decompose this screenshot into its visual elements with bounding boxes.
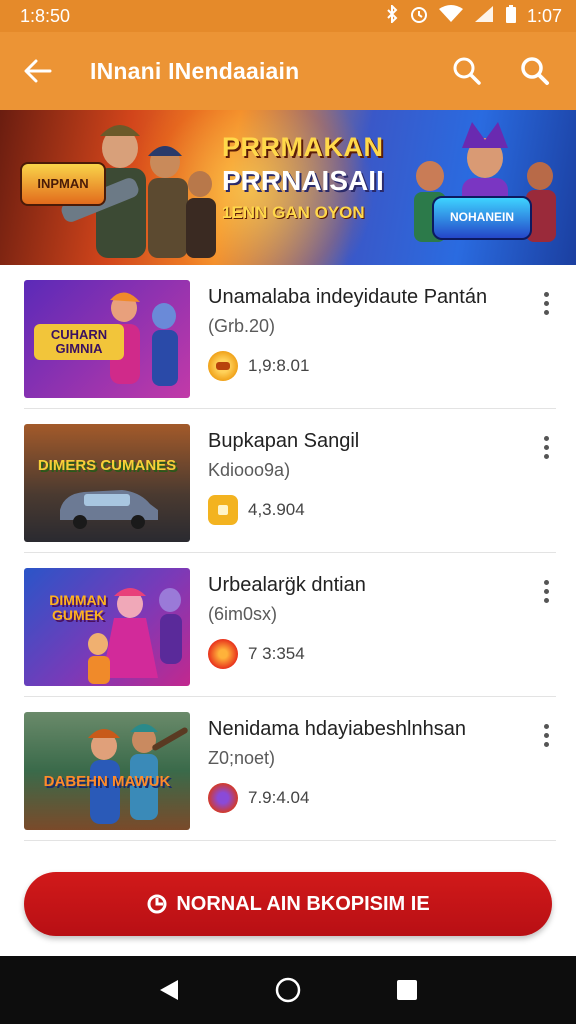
game-thumbnail: DIMMAN GUMEK [24,568,190,686]
list-item[interactable]: DABEHN MAWUK Nenidama hdayiabeshlnhsan Z… [0,697,576,841]
wifi-icon [438,4,463,28]
system-nav-bar [0,956,576,1024]
item-info: Urbealarg̈k dntian (6im0sx) 7 3:354 [208,568,536,669]
app-bar: INnani INendaaiain [0,32,576,110]
app-bar-actions [450,54,552,88]
more-options-icon[interactable] [536,720,556,750]
item-meta: 1,9:8.01 [208,351,536,381]
car-icon [60,490,158,529]
signal-icon [473,5,495,28]
nav-back-button[interactable] [154,975,184,1005]
coin-icon [208,639,238,669]
item-subtitle: Z0;noet) [208,748,276,768]
item-info: Nenidama hdayiabeshlnhsan Z0;noet) 7.9:4… [208,712,536,813]
bluetooth-icon [385,3,399,28]
more-options-icon[interactable] [536,432,556,462]
game-list: CUHARN GIMNIA Unamalaba indeyidaute Pant… [0,265,576,841]
back-button[interactable] [20,53,56,89]
item-title: Bupkapan Sangil [208,430,360,452]
circle-home-icon [275,977,301,1003]
search-button[interactable] [450,54,484,88]
more-options-icon[interactable] [536,288,556,318]
item-title: Unamalaba indeyidaute Pantán [208,286,488,308]
thumbnail-title: DIMERS CUMANES [37,457,177,475]
cta-container: NORNAL AIN BKOPISIM IE [0,856,576,956]
primary-cta-button[interactable]: NORNAL AIN BKOPISIM IE [24,872,552,936]
banner-subheadline: PRRNAISAII [222,165,384,196]
status-time: 1:8:50 [20,5,71,26]
search-icon [521,57,549,85]
list-item[interactable]: DIMMAN GUMEK Urbealarg̈k dntian (6im0sx)… [0,553,576,697]
alarm-icon [409,4,429,29]
coin-icon [208,495,238,525]
item-value: 7 3:354 [248,644,305,663]
thumbnail-title: CUHARN GIMNIA [34,324,124,360]
promo-banner[interactable]: INPMAN PRRMAKAN PRRNAISAII 1ENN GAN OYON… [0,110,576,265]
more-options-icon[interactable] [536,576,556,606]
list-item[interactable]: CUHARN GIMNIA Unamalaba indeyidaute Pant… [0,265,576,409]
banner-logo-left: INPMAN [20,162,106,206]
search-button-2[interactable] [518,54,552,88]
coin-icon [208,351,238,381]
triangle-back-icon [160,980,179,1000]
coin-icon [208,783,238,813]
nav-recents-button[interactable] [392,975,422,1005]
item-value: 1,9:8.01 [248,356,310,375]
battery-icon [505,4,517,29]
cta-label: NORNAL AIN BKOPISIM IE [176,892,430,915]
battery-text: 1:07 [526,5,562,26]
square-recents-icon [396,980,417,1000]
nav-home-button[interactable] [273,975,303,1005]
item-meta: 7 3:354 [208,639,536,669]
game-thumbnail: CUHARN GIMNIA [24,280,190,398]
item-title: Nenidama hdayiabeshlnhsan [208,718,466,740]
banner-headline: PRRMAKAN [222,132,384,162]
search-icon [453,57,481,85]
status-icons: 1:07 [385,3,562,29]
banner-logo-right: NOHANEIN [432,196,532,240]
thumbnail-title: DABEHN MAWUK [43,773,171,791]
item-title: Urbealarg̈k dntian [208,574,366,596]
list-item[interactable]: DIMERS CUMANES Bupkapan Sangil Kdiooo9a)… [0,409,576,553]
item-info: Unamalaba indeyidaute Pantán (Grb.20) 1,… [208,280,536,381]
game-thumbnail: DIMERS CUMANES [24,424,190,542]
banner-tagline: 1ENN GAN OYON [222,203,365,222]
item-subtitle: (6im0sx) [208,604,278,624]
item-value: 7.9:4.04 [248,788,310,807]
page-title: INnani INendaaiain [90,57,300,84]
app-screen: 1:8:50 1:07 INnani INendaaiain INPMAN PR… [0,0,576,1024]
item-meta: 4,3.904 [208,495,536,525]
banner-text: PRRMAKAN PRRNAISAII 1ENN GAN OYON [222,132,384,223]
cta-icon [146,893,168,915]
item-subtitle: Kdiooo9a) [208,460,291,480]
arrow-left-icon [24,59,52,83]
item-meta: 7.9:4.04 [208,783,536,813]
thumbnail-title: DIMMAN GUMEK [49,592,107,623]
item-info: Bupkapan Sangil Kdiooo9a) 4,3.904 [208,424,536,525]
item-value: 4,3.904 [248,500,305,519]
game-thumbnail: DABEHN MAWUK [24,712,190,830]
status-bar: 1:8:50 1:07 [0,0,576,32]
item-subtitle: (Grb.20) [208,316,276,336]
